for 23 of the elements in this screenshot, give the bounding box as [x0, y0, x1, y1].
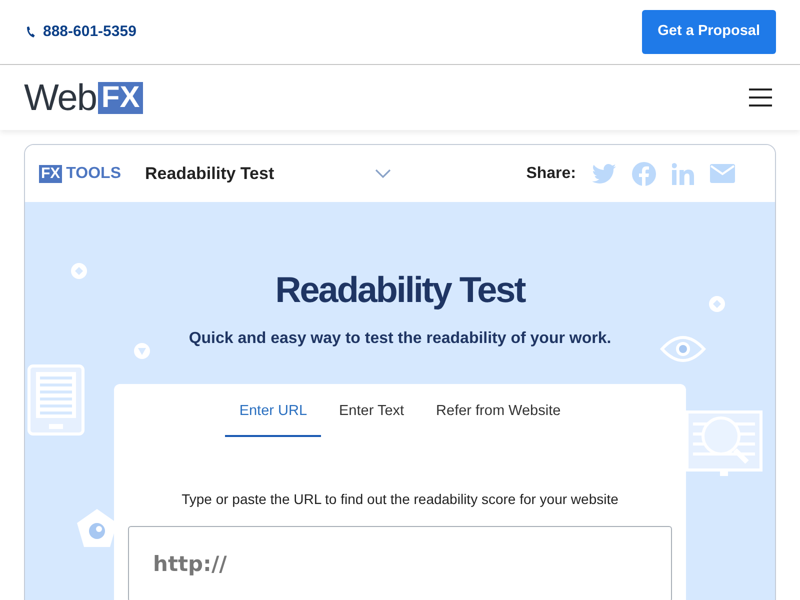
- tab[interactable]: Enter URL: [225, 384, 322, 437]
- phone-icon: [26, 26, 35, 38]
- share-label: Share:: [526, 164, 576, 184]
- f-logo-icon[interactable]: [632, 162, 656, 186]
- eye-icon: [660, 334, 706, 364]
- logo-mark[interactable]: FX: [98, 82, 143, 114]
- instruction-text: Type or paste the URL to find out the readability score for your website: [180, 490, 620, 509]
- envelope-icon[interactable]: [710, 164, 735, 183]
- page-title: Readability Test: [275, 268, 525, 312]
- bird-icon[interactable]: [592, 164, 616, 184]
- phone-link[interactable]: 888-601-5359: [26, 20, 136, 44]
- proposal-button[interactable]: Get a Proposal: [642, 10, 776, 54]
- url-field[interactable]: http://: [128, 526, 672, 600]
- page-subtitle: Quick and easy way to test the readability of your work.: [188, 329, 612, 350]
- logo-text[interactable]: Web: [24, 79, 96, 116]
- tab[interactable]: Refer from Website: [422, 384, 575, 437]
- tools-logo-text: TOOLS: [66, 164, 121, 184]
- menu-button[interactable]: [749, 86, 772, 110]
- tab[interactable]: Enter Text: [325, 384, 418, 437]
- tools-logo-mark: FX: [39, 164, 62, 182]
- in-logo-icon[interactable]: [672, 162, 694, 184]
- tool-name: Readability Test: [145, 162, 276, 185]
- chevron-down-icon[interactable]: [375, 168, 391, 178]
